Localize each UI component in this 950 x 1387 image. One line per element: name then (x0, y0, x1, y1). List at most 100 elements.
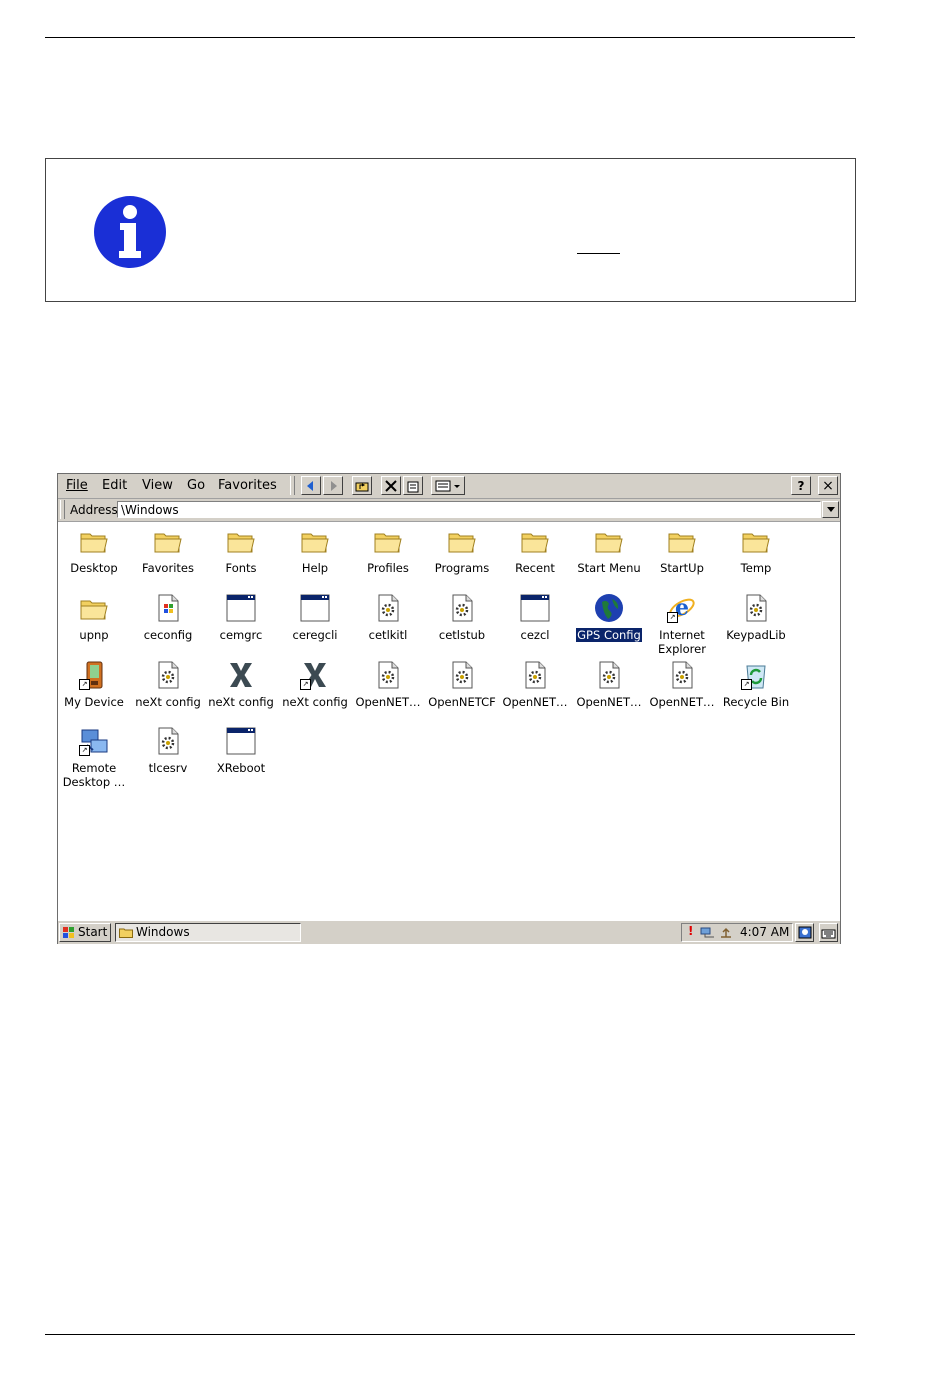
taskbar-window-button[interactable]: Windows (115, 923, 301, 942)
file-item[interactable]: OpenNET… (645, 656, 719, 718)
file-item[interactable]: GPS Config (572, 589, 646, 651)
start-button[interactable]: Start (59, 923, 111, 942)
shortcut-arrow-icon: ↗ (667, 612, 678, 623)
file-item-label: GPS Config (575, 628, 643, 642)
help-button[interactable]: ? (791, 476, 811, 495)
file-item-label: cezcl (520, 628, 550, 642)
file-item[interactable]: OpenNET… (498, 656, 572, 718)
file-item-label: cemgrc (219, 628, 263, 642)
file-item[interactable]: Favorites (131, 522, 205, 584)
file-item[interactable]: cezcl (498, 589, 572, 651)
file-item[interactable]: Temp (719, 522, 793, 584)
folder-icon (520, 526, 550, 556)
gear-file-icon (373, 660, 403, 690)
toolbar-grip[interactable] (290, 476, 295, 495)
file-item-label: upnp (79, 628, 109, 642)
keyboard-icon (821, 929, 836, 938)
file-item[interactable]: ↗ My Device (57, 656, 131, 718)
gear-file-icon (667, 660, 697, 690)
file-item[interactable]: cetlkitl (351, 589, 425, 651)
file-item[interactable]: OpenNETCF (425, 656, 499, 718)
file-item[interactable]: cetlstub (425, 589, 499, 651)
app-window-icon (226, 593, 256, 623)
properties-button[interactable] (403, 476, 423, 495)
file-item[interactable]: Profiles (351, 522, 425, 584)
folder-icon (741, 526, 771, 556)
gear-file-icon (447, 660, 477, 690)
file-item-label: OpenNET… (649, 695, 715, 709)
file-item[interactable]: tlcesrv (131, 722, 205, 784)
file-item-label: neXt config (208, 695, 274, 709)
file-item-label: OpenNET… (355, 695, 421, 709)
menu-file[interactable]: File (66, 478, 88, 493)
menu-view[interactable]: View (142, 478, 173, 493)
gear-file-icon (447, 593, 477, 623)
file-item-label: cetlkitl (368, 628, 408, 642)
file-item[interactable]: OpenNET… (572, 656, 646, 718)
forward-arrow-icon (331, 480, 337, 491)
input-panel-button[interactable] (819, 923, 838, 942)
file-item[interactable]: ceconfig (131, 589, 205, 651)
file-item-label: Remote Desktop … (62, 761, 126, 789)
file-item[interactable]: cemgrc (204, 589, 278, 651)
app-window-icon (226, 726, 256, 756)
file-item[interactable]: Start Menu (572, 522, 646, 584)
delete-button[interactable] (381, 476, 401, 495)
menu-edit[interactable]: Edit (102, 478, 127, 493)
file-item-label: cetlstub (438, 628, 486, 642)
file-item[interactable]: ↗ neXt config (278, 656, 352, 718)
file-item[interactable]: e ↗ Internet Explorer (645, 589, 719, 656)
usb-icon[interactable] (719, 926, 733, 939)
file-item[interactable]: OpenNET… (351, 656, 425, 718)
file-item[interactable]: ↗ Recycle Bin (719, 656, 793, 718)
file-item[interactable]: Help (278, 522, 352, 584)
folder-icon (667, 526, 697, 556)
file-item-label: Internet Explorer (658, 628, 706, 656)
file-item[interactable]: Desktop (57, 522, 131, 584)
folder-icon (373, 526, 403, 556)
file-item[interactable]: StartUp (645, 522, 719, 584)
file-item-label: Favorites (142, 561, 194, 575)
menu-favorites[interactable]: Favorites (218, 478, 277, 493)
address-input[interactable]: \Windows (117, 501, 821, 518)
file-item-label: KeypadLib (726, 628, 786, 642)
show-desktop-button[interactable] (795, 923, 814, 942)
address-bar: Address \Windows (58, 499, 840, 522)
folder-icon (447, 526, 477, 556)
file-item-label: OpenNET… (502, 695, 568, 709)
gear-file-icon (153, 660, 183, 690)
file-item[interactable]: Recent (498, 522, 572, 584)
back-button[interactable] (301, 476, 321, 495)
close-button[interactable]: × (818, 476, 838, 495)
file-item[interactable]: Programs (425, 522, 499, 584)
file-item[interactable]: XReboot (204, 722, 278, 784)
file-item[interactable]: neXt config (131, 656, 205, 718)
taskbar: Start Windows ! 4:07 AM (58, 920, 840, 944)
file-item-label: Recycle Bin (722, 695, 790, 709)
file-item[interactable]: ↗ Remote Desktop … (57, 722, 131, 789)
clock[interactable]: 4:07 AM (740, 925, 789, 939)
file-item[interactable]: KeypadLib (719, 589, 793, 651)
file-list: Desktop Favorites Fonts Help Profiles Program… (58, 522, 840, 920)
forward-button[interactable] (323, 476, 343, 495)
shortcut-arrow-icon: ↗ (300, 679, 311, 690)
file-item[interactable]: upnp (57, 589, 131, 651)
device-shortcut-icon: ↗ (79, 660, 109, 690)
folder-icon (300, 526, 330, 556)
up-folder-button[interactable] (352, 476, 372, 495)
address-dropdown-button[interactable] (822, 501, 839, 518)
folder-icon (79, 593, 109, 623)
file-item-label: ceregcli (292, 628, 338, 642)
network-icon[interactable] (700, 926, 716, 939)
config-file-icon (153, 593, 183, 623)
file-item[interactable]: Fonts (204, 522, 278, 584)
alert-icon[interactable]: ! (688, 924, 693, 938)
menu-go[interactable]: Go (187, 478, 205, 493)
file-item[interactable]: neXt config (204, 656, 278, 718)
folder-icon (153, 526, 183, 556)
address-grip[interactable] (60, 500, 65, 519)
file-item[interactable]: ceregcli (278, 589, 352, 651)
file-item-label: neXt config (135, 695, 201, 709)
file-item-label: tlcesrv (148, 761, 188, 775)
views-button[interactable] (431, 476, 465, 495)
